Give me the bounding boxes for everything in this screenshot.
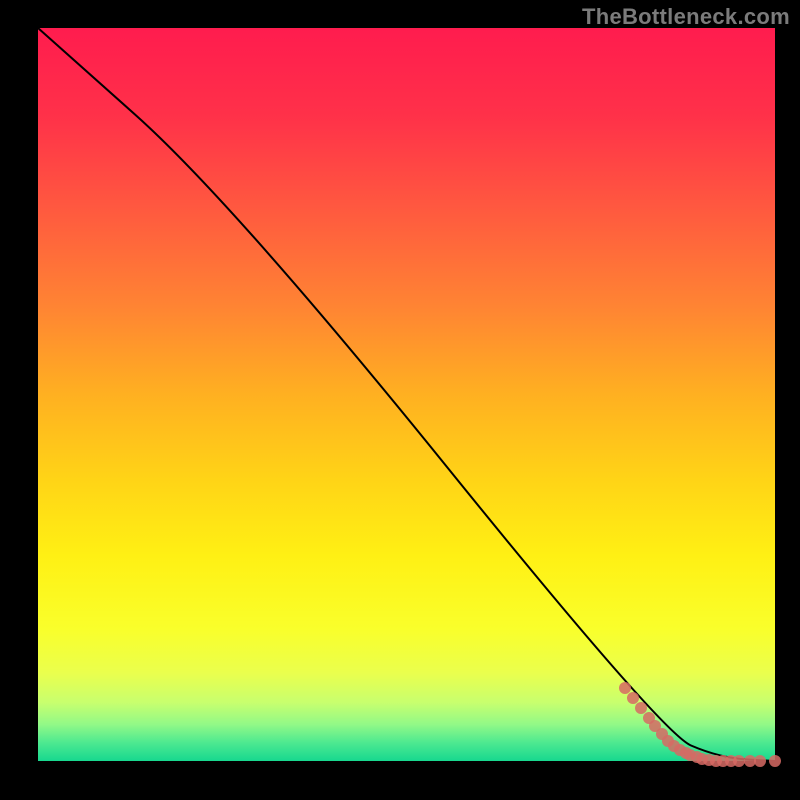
plot-background [38,28,775,761]
chart-container: TheBottleneck.com [0,0,800,800]
marker-dot [769,755,781,767]
marker-dot [635,702,647,714]
marker-dot [619,682,631,694]
marker-dot [627,692,639,704]
attribution-watermark: TheBottleneck.com [582,4,790,30]
marker-dot [754,755,766,767]
marker-dot [733,755,745,767]
bottleneck-chart [0,0,800,800]
